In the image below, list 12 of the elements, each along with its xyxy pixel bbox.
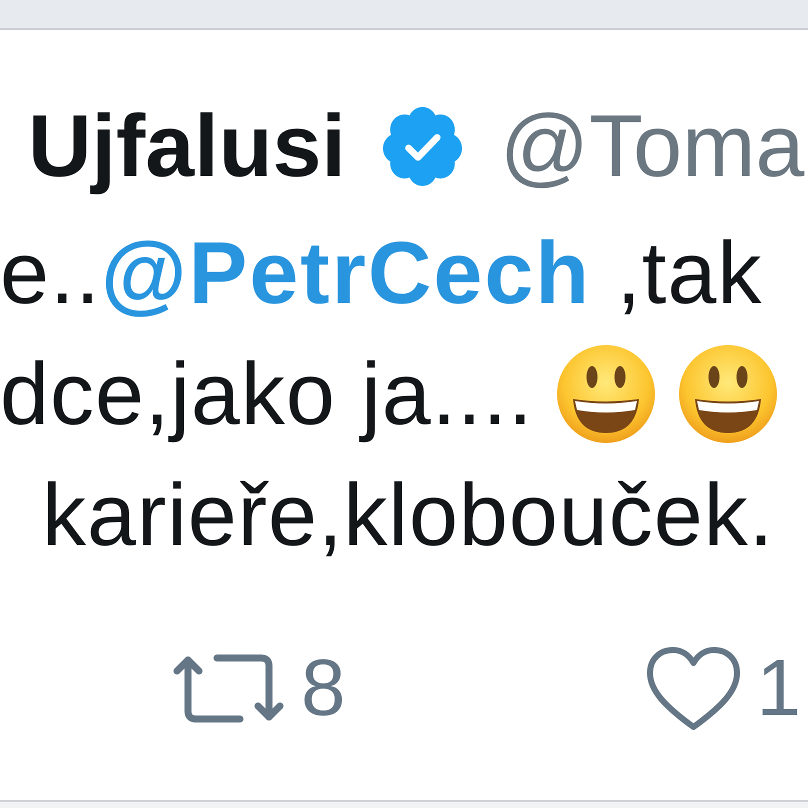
heart-icon bbox=[646, 646, 740, 730]
retweet-icon bbox=[172, 654, 285, 722]
tweet-text: e..@PetrCech ,tak bbox=[0, 212, 808, 333]
tweet-text: karieře,klobouček. bbox=[41, 464, 776, 566]
author-name: Ujfalusi bbox=[28, 96, 346, 196]
retweet-button[interactable]: 8 bbox=[172, 643, 346, 733]
smiley-icon bbox=[678, 344, 778, 444]
smiley-icon bbox=[556, 344, 656, 444]
tweet-text: dce,jako ja.... bbox=[0, 333, 808, 454]
mention-link[interactable]: @PetrCech bbox=[100, 212, 592, 333]
author-handle: @Toma bbox=[500, 96, 804, 196]
like-button[interactable]: 1 bbox=[646, 643, 801, 733]
